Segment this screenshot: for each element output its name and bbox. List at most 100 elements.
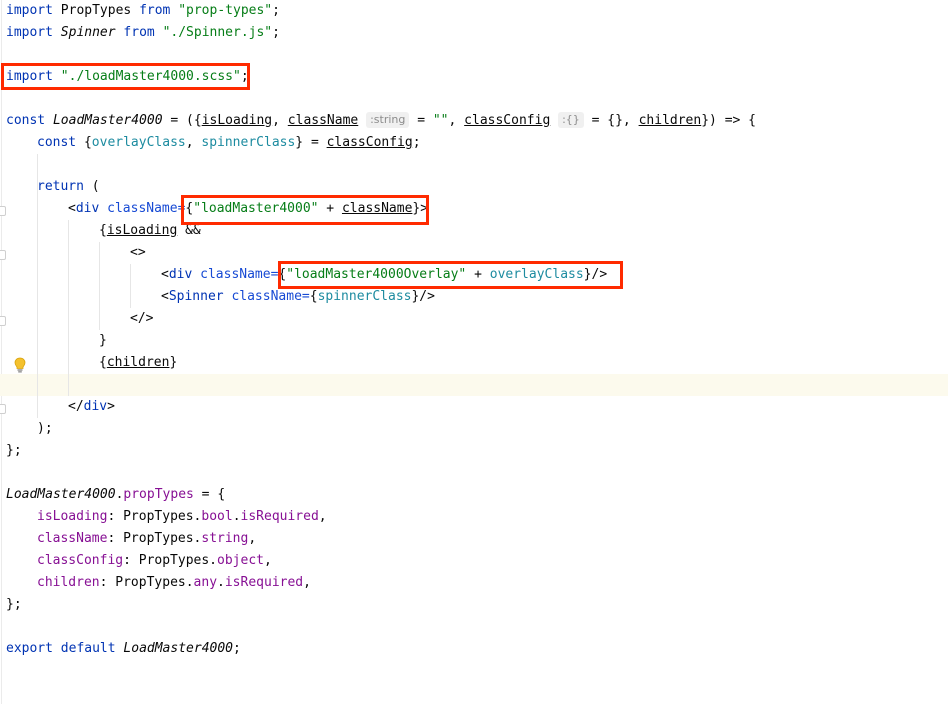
punctuation: ,	[272, 113, 288, 128]
param: classConfig	[464, 113, 551, 128]
property: classConfig	[37, 553, 124, 568]
keyword: import	[6, 25, 53, 40]
identifier: Spinner	[60, 25, 116, 40]
code-line-21[interactable]: };	[6, 440, 22, 462]
punctuation: <	[68, 201, 76, 216]
identifier: classConfig	[326, 135, 413, 150]
keyword: import	[6, 3, 53, 18]
punctuation: = ({	[162, 113, 202, 128]
jsx-tag: div	[75, 201, 100, 216]
indent-guide	[130, 264, 131, 308]
code-line-1[interactable]: import PropTypes from "prop-types";	[6, 0, 280, 22]
punctuation: }/>	[583, 267, 608, 282]
punctuation: ;	[272, 25, 280, 40]
punctuation: .	[217, 575, 225, 590]
property: bool	[201, 509, 233, 524]
intention-bulb-icon[interactable]	[14, 357, 26, 373]
code-line-7[interactable]: const {overlayClass, spinnerClass} = cla…	[37, 132, 421, 154]
punctuation: +	[318, 201, 342, 216]
punctuation: : PropTypes.	[107, 531, 202, 546]
code-line-2[interactable]: import Spinner from "./Spinner.js";	[6, 22, 280, 44]
punctuation: = {	[193, 487, 226, 502]
jsx-fragment: </>	[130, 311, 154, 326]
string-literal: "loadMaster4000Overlay"	[286, 267, 467, 282]
code-editor[interactable]: import PropTypes from "prop-types"; impo…	[0, 0, 948, 704]
code-line-27[interactable]: children: PropTypes.any.isRequired,	[37, 572, 311, 594]
property: any	[193, 575, 218, 590]
keyword: from	[139, 3, 171, 18]
property: propTypes	[123, 487, 194, 502]
code-line-20[interactable]: );	[37, 418, 53, 440]
property: className	[37, 531, 108, 546]
punctuation: : PropTypes.	[123, 553, 218, 568]
code-line-14[interactable]: <Spinner className={spinnerClass}/>	[161, 286, 435, 308]
identifier: spinnerClass	[317, 289, 412, 304]
string-literal: "loadMaster4000"	[193, 201, 319, 216]
jsx-fragment: <>	[130, 245, 146, 260]
fold-marker-icon[interactable]	[0, 250, 6, 260]
keyword: return	[37, 179, 84, 194]
punctuation: }/>	[411, 289, 435, 304]
code-line-28[interactable]: };	[6, 594, 22, 616]
punctuation: </	[68, 399, 84, 414]
code-line-6[interactable]: const LoadMaster4000 = ({isLoading, clas…	[6, 110, 756, 132]
string-literal: ""	[432, 113, 449, 128]
punctuation: =	[409, 113, 433, 128]
property: isLoading	[37, 509, 108, 524]
code-line-25[interactable]: className: PropTypes.string,	[37, 528, 256, 550]
punctuation: ,	[185, 135, 202, 150]
keyword: export	[6, 641, 53, 656]
type-hint: :string	[366, 112, 410, 128]
code-line-9[interactable]: return (	[37, 176, 100, 198]
punctuation: +	[466, 267, 490, 282]
punctuation: }	[99, 333, 107, 348]
punctuation: : PropTypes.	[107, 509, 202, 524]
punctuation: }	[169, 355, 178, 370]
code-line-30[interactable]: export default LoadMaster4000;	[6, 638, 241, 660]
identifier: LoadMaster4000	[52, 113, 163, 128]
punctuation: {	[76, 135, 92, 150]
punctuation: ;	[240, 69, 249, 84]
jsx-tag: div	[168, 267, 193, 282]
code-line-4[interactable]: import "./loadMaster4000.scss";	[6, 66, 249, 88]
punctuation: };	[6, 597, 22, 612]
indent-guide	[99, 242, 100, 330]
identifier: overlayClass	[91, 135, 186, 150]
identifier: spinnerClass	[201, 135, 296, 150]
punctuation: } =	[295, 135, 327, 150]
keyword: const	[6, 113, 46, 128]
string-literal: "prop-types"	[178, 3, 273, 18]
code-line-10[interactable]: <div className={"loadMaster4000" + class…	[68, 198, 428, 220]
identifier: children	[106, 355, 170, 370]
code-line-17[interactable]: {children}	[99, 352, 177, 374]
fold-marker-icon[interactable]	[0, 316, 6, 326]
fold-marker-icon[interactable]	[0, 206, 6, 216]
string-literal: "./Spinner.js"	[162, 25, 273, 40]
string-literal: "./loadMaster4000.scss"	[60, 69, 241, 84]
punctuation: .	[232, 509, 241, 524]
keyword: import	[6, 69, 53, 84]
code-line-12[interactable]: <>	[130, 242, 146, 264]
gutter-border	[1, 0, 2, 704]
code-line-19[interactable]: </div>	[68, 396, 115, 418]
punctuation: &&	[177, 223, 201, 238]
code-line-11[interactable]: {isLoading &&	[99, 220, 201, 242]
code-line-26[interactable]: classConfig: PropTypes.object,	[37, 550, 272, 572]
indent-guide	[68, 220, 69, 396]
jsx-tag: div	[83, 399, 108, 414]
property: string	[201, 531, 249, 546]
keyword: from	[123, 25, 155, 40]
identifier: isLoading	[106, 223, 178, 238]
code-line-15[interactable]: </>	[130, 308, 153, 330]
code-line-16[interactable]: }	[99, 330, 107, 352]
jsx-attribute: className	[192, 267, 271, 282]
fold-marker-icon[interactable]	[0, 404, 6, 414]
punctuation: >	[107, 399, 115, 414]
punctuation: : PropTypes.	[99, 575, 194, 590]
property: isRequired	[224, 575, 304, 590]
punctuation: );	[37, 421, 53, 436]
code-line-13[interactable]: <div className={"loadMaster4000Overlay" …	[161, 264, 607, 286]
punctuation: ;	[272, 3, 280, 18]
code-line-23[interactable]: LoadMaster4000.propTypes = {	[6, 484, 225, 506]
code-line-24[interactable]: isLoading: PropTypes.bool.isRequired,	[37, 506, 327, 528]
